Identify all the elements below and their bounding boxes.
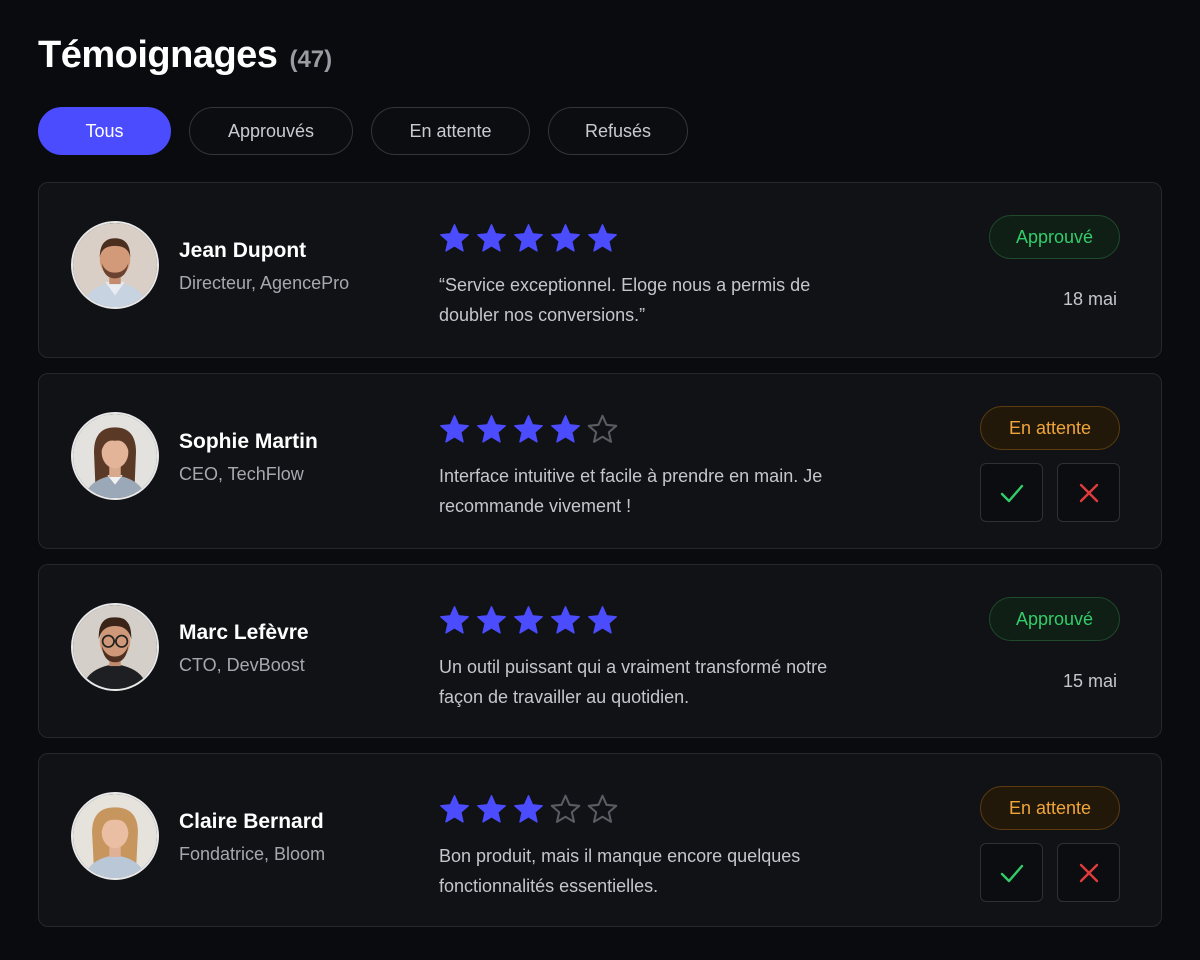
star-empty-icon [587, 794, 618, 823]
star-filled-icon [514, 224, 543, 252]
star-filled-icon [477, 606, 506, 634]
close-icon [1079, 863, 1098, 882]
testimonial-card: Sophie Martin CEO, TechFlow Interface in… [38, 373, 1162, 549]
avatar [71, 603, 159, 691]
status-badge: En attente [980, 786, 1120, 830]
star-filled-icon [551, 415, 580, 443]
author-name: Marc Lefèvre [179, 621, 309, 644]
author-role: Directeur, AgencePro [179, 273, 350, 293]
testimonials-count: (47) [289, 46, 333, 73]
star-filled-icon [440, 415, 469, 443]
author-name: Claire Bernard [179, 810, 324, 833]
author-name: Sophie Martin [179, 430, 318, 453]
star-filled-icon [440, 224, 469, 252]
reject-button[interactable] [1057, 843, 1120, 902]
star-filled-icon [551, 224, 580, 252]
author-role: Fondatrice, Bloom [179, 844, 326, 864]
status-badge: Approuvé [989, 215, 1120, 259]
testimonial-quote: Interface intuitive et facile à prendre … [439, 466, 823, 516]
star-filled-icon [440, 606, 469, 634]
star-filled-icon [551, 606, 580, 634]
testimonials-page: Témoignages (47) Tous Approuvés En atten… [0, 0, 1200, 960]
star-filled-icon [588, 606, 617, 634]
tab-approved[interactable]: Approuvés [189, 107, 353, 155]
testimonial-quote: Un outil puissant qui a vraiment transfo… [439, 657, 828, 707]
testimonial-card: Claire Bernard Fondatrice, Bloom Bon pro… [38, 753, 1162, 927]
testimonials-list: Jean Dupont Directeur, AgencePro “Servic… [38, 182, 1162, 942]
testimonial-card: Marc Lefèvre CTO, DevBoost Un outil puis… [38, 564, 1162, 738]
reject-button[interactable] [1057, 463, 1120, 522]
avatar [71, 412, 159, 500]
testimonial-date: 18 mai [1062, 289, 1117, 309]
status-badge: Approuvé [989, 597, 1120, 641]
star-filled-icon [514, 795, 543, 823]
check-icon [1000, 864, 1023, 882]
tab-rejected[interactable]: Refusés [548, 107, 688, 155]
rating-stars [438, 604, 619, 637]
star-filled-icon [514, 606, 543, 634]
testimonial-date: 15 mai [1062, 671, 1117, 691]
tab-all[interactable]: Tous [38, 107, 171, 155]
check-icon [1000, 484, 1023, 502]
testimonial-card: Jean Dupont Directeur, AgencePro “Servic… [38, 182, 1162, 358]
avatar [71, 792, 159, 880]
moderation-actions [980, 463, 1120, 522]
avatar-sophie-martin [73, 414, 157, 498]
page-title: Témoignages [38, 34, 278, 76]
star-empty-icon [587, 414, 618, 443]
author-role: CEO, TechFlow [179, 464, 304, 484]
author-role: CTO, DevBoost [179, 655, 305, 675]
star-filled-icon [477, 415, 506, 443]
tab-pending[interactable]: En attente [371, 107, 530, 155]
rating-stars [438, 793, 619, 826]
close-icon [1079, 483, 1098, 502]
rating-stars [438, 222, 619, 255]
approve-button[interactable] [980, 843, 1043, 902]
rating-stars [438, 413, 619, 446]
moderation-actions [980, 843, 1120, 902]
star-filled-icon [477, 224, 506, 252]
avatar [71, 221, 159, 309]
testimonial-quote: Bon produit, mais il manque encore quelq… [439, 846, 801, 896]
avatar-claire-bernard [73, 794, 157, 878]
star-filled-icon [514, 415, 543, 443]
avatar-marc-lefevre [73, 605, 157, 689]
star-empty-icon [550, 794, 581, 823]
page-header: Témoignages (47) [38, 34, 332, 77]
star-filled-icon [477, 795, 506, 823]
filter-tabs: Tous Approuvés En attente Refusés [38, 107, 688, 155]
status-badge: En attente [980, 406, 1120, 450]
approve-button[interactable] [980, 463, 1043, 522]
avatar-jean-dupont [73, 223, 157, 307]
star-filled-icon [588, 224, 617, 252]
testimonial-quote: “Service exceptionnel. Eloge nous a perm… [439, 275, 811, 325]
author-name: Jean Dupont [179, 239, 307, 262]
star-filled-icon [440, 795, 469, 823]
